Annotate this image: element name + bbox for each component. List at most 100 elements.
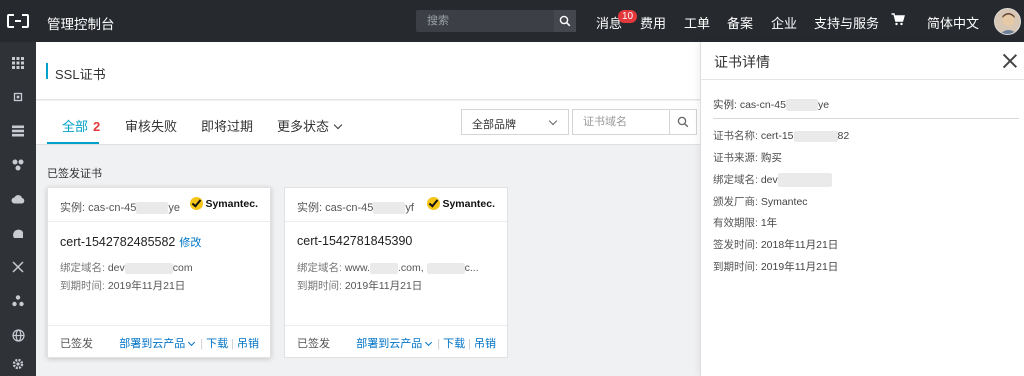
brand-select[interactable]: 全部品牌 — [461, 109, 569, 135]
bound-domain-value-b: com — [172, 262, 193, 274]
domain-search-input[interactable] — [572, 109, 670, 135]
status-badge: 已签发 — [60, 338, 93, 350]
nav-support[interactable]: 支持与服务 — [814, 13, 879, 32]
bound-domain-label: 绑定域名: — [297, 262, 342, 274]
status-tabs: 全部 2 审核失败 即将过期 更多状态 全部品牌 — [36, 101, 700, 145]
avatar[interactable] — [994, 8, 1021, 35]
certificate-name-text: cert-1542782485582 — [60, 235, 176, 249]
expiry-date: 到期时间: 2019年11月21日 — [297, 278, 422, 293]
card-instance: 实例: cas-cn-45 yf — [297, 199, 414, 215]
search-icon — [559, 15, 571, 27]
nav-icp-filing[interactable]: 备案 — [727, 13, 753, 32]
redacted-block — [426, 262, 465, 274]
settings-icon[interactable] — [8, 354, 28, 374]
detail-value: 2018年11月21日 — [760, 239, 839, 251]
globe-icon[interactable] — [8, 325, 28, 345]
revoke-link[interactable]: 吊销 — [237, 338, 259, 350]
divider — [713, 118, 1019, 119]
message-count-badge: 10 — [618, 10, 637, 23]
crossroads-icon[interactable] — [8, 257, 28, 277]
detail-value: Symantec — [760, 196, 808, 208]
expiry-value: 2019年11月21日 — [107, 280, 186, 292]
detail-key: 证书来源: — [713, 152, 758, 164]
chevron-down-icon — [333, 120, 343, 130]
console-title[interactable]: 管理控制台 — [47, 13, 115, 33]
global-search — [416, 10, 576, 32]
top-bar: 管理控制台 消息 10 费用 工单 备案 企业 支持与服务 简体中文 — [0, 0, 1024, 42]
card-actions: 部署到云产品 | 下载 | 吊销 — [356, 335, 496, 351]
deploy-to-cloud-link[interactable]: 部署到云产品 — [119, 338, 185, 350]
edit-link[interactable]: 修改 — [179, 237, 201, 249]
redacted-block — [124, 262, 173, 274]
checkmark-icon — [190, 197, 204, 210]
card-footer: 已签发 部署到云产品 | 下载 | 吊销 — [48, 325, 270, 357]
search-icon — [677, 116, 689, 128]
card-instance: 实例: cas-cn-45 ye — [60, 199, 180, 215]
expiry-label: 到期时间: — [297, 280, 342, 292]
cart-icon[interactable] — [891, 13, 905, 29]
cluster-icon[interactable] — [8, 291, 28, 311]
close-icon[interactable] — [1002, 53, 1018, 69]
detail-key: 有效期限: — [713, 217, 758, 229]
instance-id-suffix: ye — [168, 202, 181, 214]
detail-row-issued-date: 签发时间: 2018年11月21日 — [713, 237, 838, 252]
cdn-icon[interactable] — [8, 223, 28, 243]
detail-row-validity: 有效期限: 1年 — [713, 215, 777, 230]
nav-language[interactable]: 简体中文 — [927, 13, 979, 32]
page-title: SSL证书 — [55, 67, 106, 82]
redacted-block — [777, 173, 832, 188]
apps-grid-icon[interactable] — [8, 53, 28, 73]
revoke-link[interactable]: 吊销 — [474, 338, 496, 350]
detail-key: 证书名称: — [713, 130, 758, 142]
status-badge: 已签发 — [297, 338, 330, 350]
bound-domain-value-a: dev — [107, 262, 125, 274]
brand-name: Symantec. — [205, 197, 258, 210]
title-accent-bar — [46, 63, 48, 79]
download-link[interactable]: 下载 — [206, 338, 228, 350]
tab-all[interactable]: 全部 2 — [62, 116, 100, 135]
redacted-block — [373, 202, 406, 215]
brand-select-value: 全部品牌 — [472, 119, 516, 131]
deploy-to-cloud-link[interactable]: 部署到云产品 — [356, 338, 422, 350]
detail-value: 1年 — [760, 217, 778, 229]
bound-domain-value-a: www. — [344, 262, 370, 274]
domain-search-button[interactable] — [669, 109, 697, 135]
download-link[interactable]: 下载 — [443, 338, 465, 350]
certificate-name: cert-1542782485582 修改 — [60, 234, 201, 250]
search-button[interactable] — [554, 10, 576, 32]
card-actions: 部署到云产品 | 下载 | 吊销 — [119, 335, 259, 351]
tab-expiring-soon[interactable]: 即将过期 — [201, 116, 253, 135]
certificate-detail-panel: 证书详情 实例: cas-cn-45 ye 证书名称: cert-15 82 证书来… — [700, 42, 1024, 376]
network-icon[interactable] — [8, 155, 28, 175]
instance-id-suffix: ye — [817, 99, 830, 111]
redacted-block — [793, 130, 838, 142]
detail-header: 证书详情 — [701, 42, 1024, 80]
nav-tickets[interactable]: 工单 — [684, 13, 710, 32]
tab-all-count: 2 — [93, 119, 101, 134]
main-content: SSL证书 全部 2 审核失败 即将过期 更多状态 全部品牌 已签发证书 实例: … — [36, 42, 700, 376]
bound-domain: 绑定域名: www. .com, c... — [297, 260, 479, 275]
bound-domain-label: 绑定域名: — [60, 262, 105, 274]
symantec-logo: Symantec. — [190, 197, 258, 210]
cloud-icon[interactable] — [8, 189, 28, 209]
redacted-block — [369, 262, 398, 274]
tab-review-failed[interactable]: 审核失败 — [125, 116, 177, 135]
chip-icon[interactable] — [8, 87, 28, 107]
expiry-value: 2019年11月21日 — [344, 280, 423, 292]
detail-key: 颁发厂商: — [713, 196, 758, 208]
bound-domain-value-c: c... — [464, 262, 479, 274]
symantec-logo: Symantec. — [427, 197, 495, 210]
search-input[interactable] — [416, 10, 552, 32]
card-footer: 已签发 部署到云产品 | 下载 | 吊销 — [285, 325, 507, 357]
server-list-icon[interactable] — [8, 121, 28, 141]
detail-row-expiry-date: 到期时间: 2019年11月21日 — [713, 259, 838, 274]
detail-row-source: 证书来源: 购买 — [713, 150, 782, 165]
instance-id-suffix: yf — [405, 202, 414, 214]
aliyun-logo-icon[interactable] — [0, 0, 36, 42]
nav-billing[interactable]: 费用 — [640, 13, 666, 32]
detail-key: 到期时间: — [713, 261, 758, 273]
nav-enterprise[interactable]: 企业 — [771, 13, 797, 32]
tab-more-status[interactable]: 更多状态 — [277, 116, 343, 135]
bound-domain: 绑定域名: dev com — [60, 260, 193, 275]
detail-value: 购买 — [760, 152, 782, 164]
